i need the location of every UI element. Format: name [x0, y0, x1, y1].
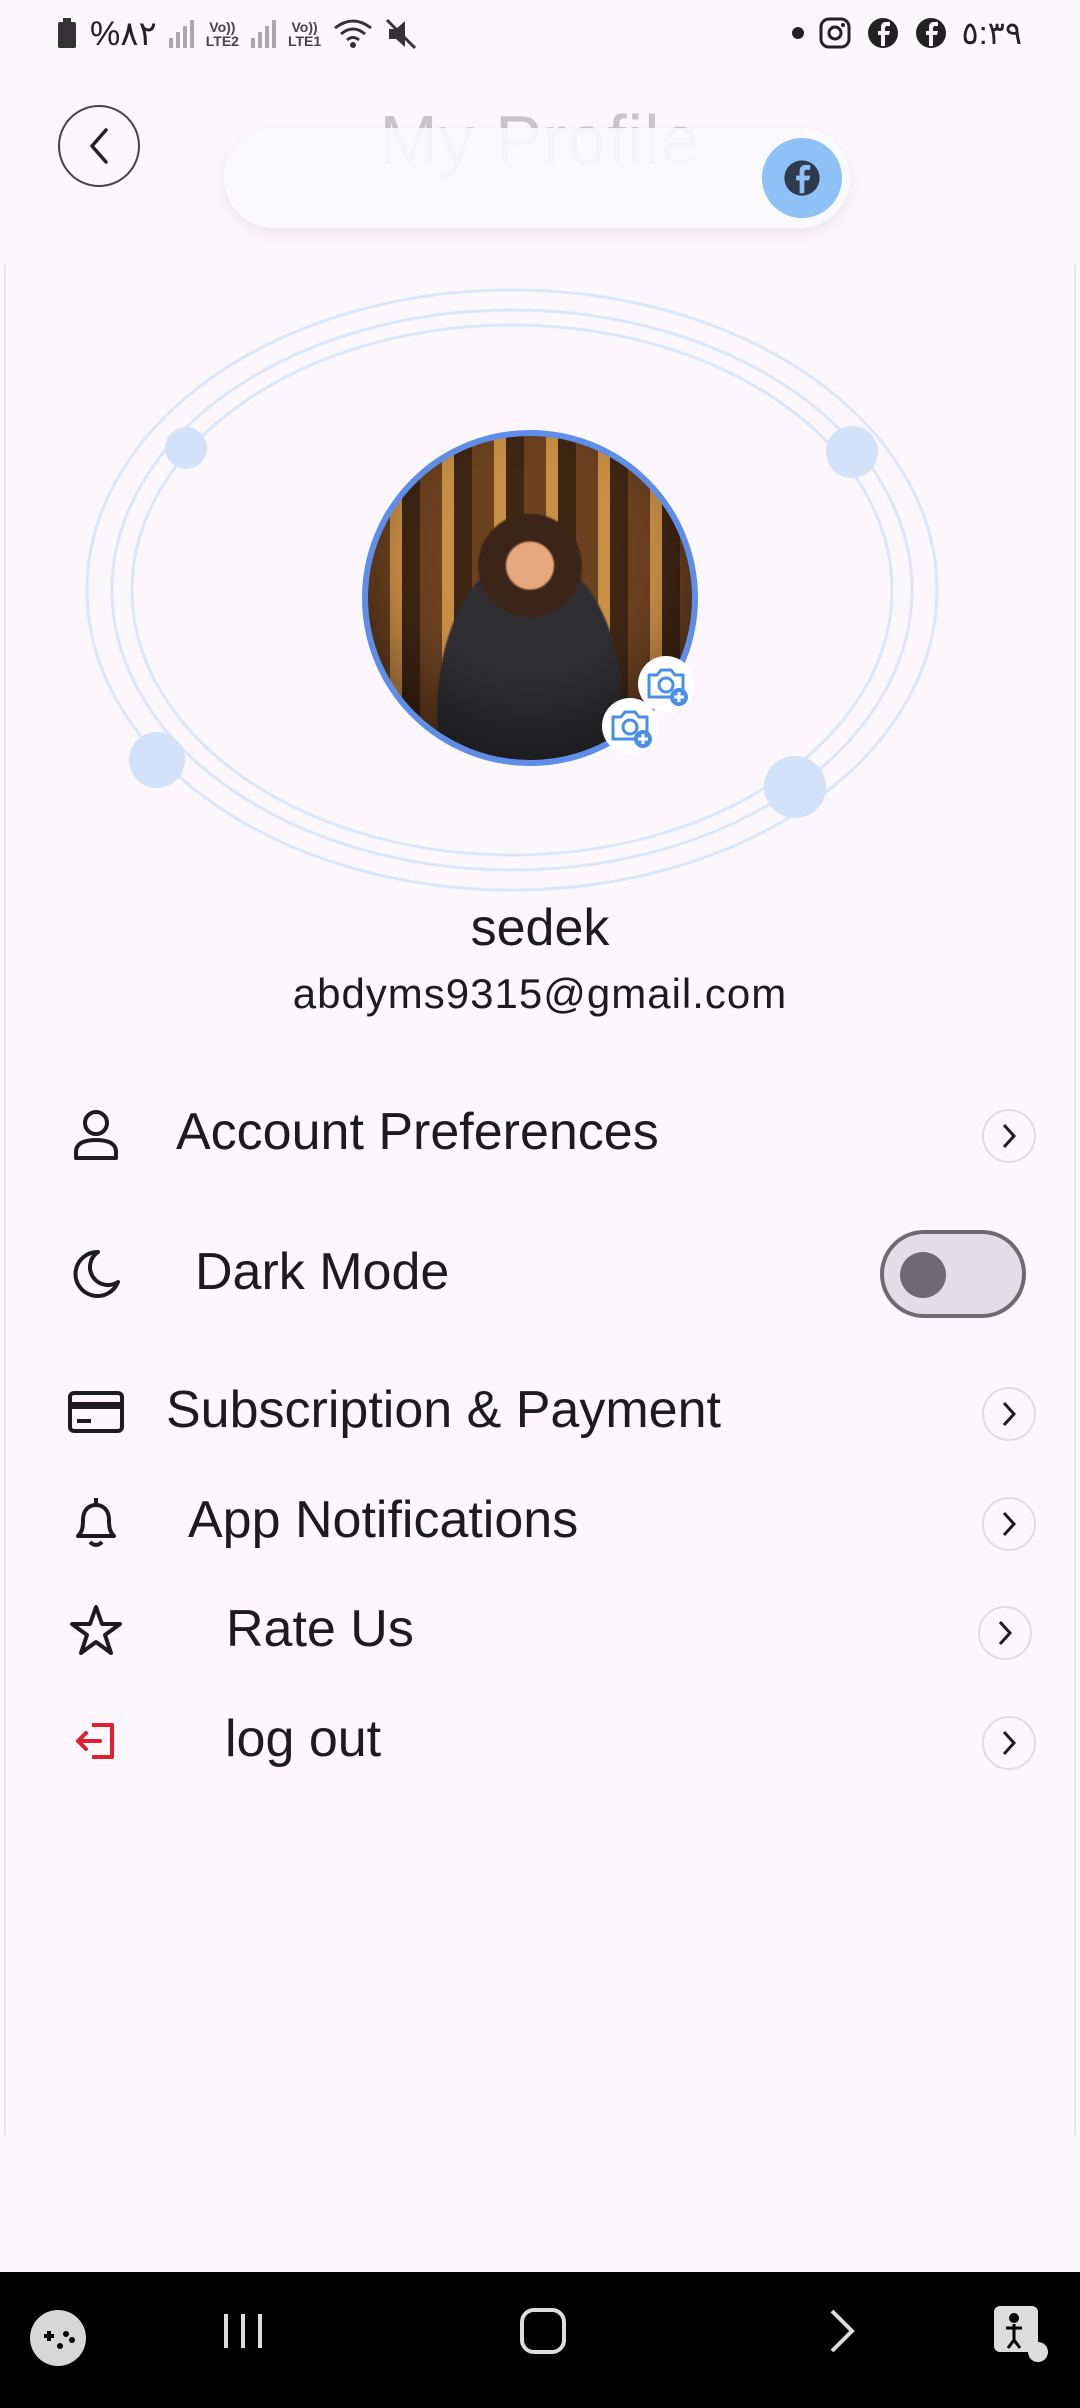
status-left: %٨٢ Vo)) LTE2 Vo)) LTE1: [56, 14, 419, 54]
user-name: sedek: [470, 899, 610, 957]
menu-item-label: Rate Us: [226, 1600, 414, 1658]
home-button[interactable]: [518, 2306, 568, 2356]
star-icon: [66, 1601, 126, 1661]
wifi-icon: [334, 19, 373, 48]
menu-item-rate-us[interactable]: Rate Us: [0, 1581, 1080, 1681]
accessibility-button[interactable]: [990, 2302, 1050, 2364]
mute-icon: [386, 18, 417, 50]
chevron-right-button[interactable]: [982, 1109, 1036, 1163]
menu-item-label: App Notifications: [188, 1491, 579, 1549]
menu-item-account-preferences[interactable]: Account Preferences: [0, 1084, 1080, 1184]
chevron-right-button[interactable]: [982, 1387, 1036, 1441]
battery-percent: %٨٢: [90, 15, 157, 53]
menu-item-label: Dark Mode: [195, 1243, 450, 1301]
chevron-right-icon: [1002, 1730, 1017, 1756]
game-launcher-button[interactable]: [28, 2308, 88, 2368]
battery-icon: [58, 18, 76, 48]
bell-icon: [66, 1492, 126, 1552]
facebook-toast[interactable]: [224, 128, 850, 228]
volte-sim1: Vo)) LTE1: [287, 19, 322, 49]
signal-icon: [250, 20, 276, 48]
accessibility-icon: [994, 2306, 1048, 2362]
chevron-right-icon: [1002, 1123, 1017, 1149]
chevron-right-icon: [1002, 1401, 1017, 1427]
menu-item-label: Subscription & Payment: [166, 1381, 721, 1439]
menu-item-log-out[interactable]: log out: [0, 1691, 1080, 1791]
chevron-right-icon: [1002, 1511, 1017, 1537]
user-icon: [66, 1104, 126, 1164]
status-right: ٥:٣٩: [791, 14, 1022, 52]
volte-sim2: Vo)) LTE2: [205, 19, 239, 49]
chevron-right-button[interactable]: [978, 1606, 1032, 1660]
home-icon: [520, 2308, 566, 2354]
chevron-right-icon: [998, 1620, 1013, 1646]
add-photo-icon: [647, 668, 688, 706]
menu-item-subscription[interactable]: Subscription & Payment: [0, 1362, 1080, 1462]
toggle-knob: [900, 1252, 946, 1298]
facebook-icon: [915, 18, 946, 48]
moon-icon: [66, 1244, 126, 1304]
recents-button[interactable]: [218, 2306, 268, 2356]
menu-item-app-notifications[interactable]: App Notifications: [0, 1472, 1080, 1572]
chevron-left-icon: [90, 128, 108, 164]
add-photo-icon: [611, 710, 652, 748]
facebook-toast-button[interactable]: [762, 138, 842, 218]
dark-mode-toggle[interactable]: [880, 1230, 1026, 1318]
system-nav-bar: [0, 2272, 1080, 2408]
facebook-icon: [867, 18, 898, 48]
signal-icon: [168, 20, 194, 48]
change-photo-button[interactable]: [602, 698, 658, 754]
credit-card-icon: [66, 1382, 126, 1442]
status-bar: %٨٢ Vo)) LTE2 Vo)) LTE1 ٥:٣٩: [0, 0, 1080, 75]
logout-icon: [66, 1711, 126, 1771]
back-button[interactable]: [58, 105, 140, 187]
notification-dot-icon: [791, 27, 804, 39]
menu-item-label: Account Preferences: [176, 1103, 659, 1161]
back-nav-button[interactable]: [822, 2306, 862, 2356]
facebook-icon: [784, 160, 820, 196]
menu-item-label: log out: [225, 1710, 382, 1768]
chevron-right-button[interactable]: [982, 1716, 1036, 1770]
recents-icon: [224, 2314, 262, 2348]
game-launcher-icon: [30, 2310, 86, 2366]
instagram-icon: [819, 17, 851, 49]
user-email: abdyms9315@gmail.com: [292, 970, 788, 1017]
chevron-right-button[interactable]: [982, 1497, 1036, 1551]
back-icon: [830, 2309, 855, 2353]
clock: ٥:٣٩: [961, 15, 1022, 51]
